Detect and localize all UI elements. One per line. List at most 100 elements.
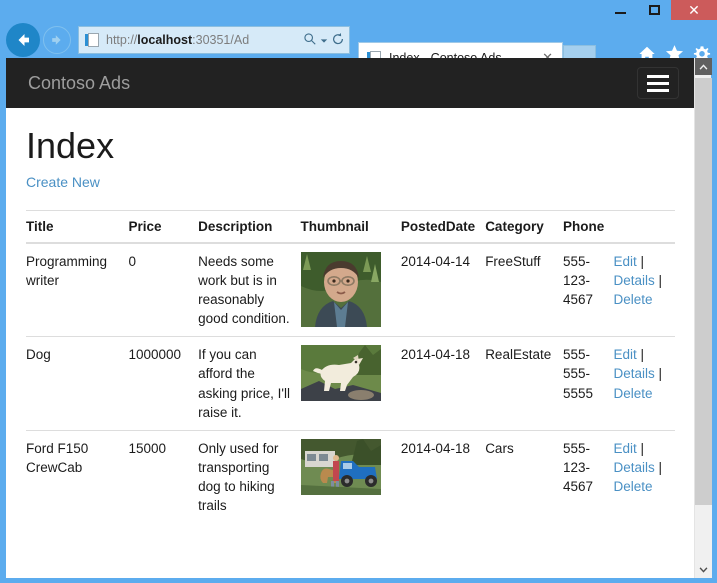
table-header-row: Title Price Description Thumbnail Posted… [26, 209, 675, 244]
hamburger-icon-bar [647, 74, 669, 78]
action-separator: | [658, 272, 663, 288]
address-bar[interactable]: http://localhost:30351/Ad [78, 26, 350, 54]
scrollbar-track[interactable] [695, 505, 712, 561]
column-header-posteddate: PostedDate [400, 209, 486, 244]
minimize-button[interactable] [603, 0, 637, 20]
action-separator: | [640, 440, 645, 456]
cell-posteddate: 2014-04-18 [400, 429, 486, 524]
edit-link[interactable]: Edit [613, 254, 636, 269]
back-arrow-icon [18, 34, 29, 46]
edit-link[interactable]: Edit [613, 441, 636, 456]
cell-phone: 555-123-4567 [563, 242, 614, 337]
search-icon[interactable] [303, 32, 317, 48]
delete-link[interactable]: Delete [613, 292, 652, 307]
white-dog-on-rock-thumbnail [300, 345, 381, 402]
action-separator: | [640, 347, 645, 363]
cell-phone: 555-123-4567 [563, 429, 614, 524]
column-header-description: Description [198, 209, 301, 244]
cell-price: 1000000 [128, 336, 199, 431]
column-header-title: Title [26, 209, 129, 244]
edit-link[interactable]: Edit [613, 347, 636, 362]
menu-toggle-button[interactable] [637, 67, 679, 99]
cell-category: RealEstate [485, 336, 564, 431]
forward-button[interactable] [43, 26, 71, 54]
maximize-icon [648, 5, 660, 15]
cell-category: FreeStuff [485, 242, 564, 337]
table-header: Title Price Description Thumbnail Posted… [26, 209, 675, 244]
address-bar-icons [303, 32, 345, 48]
cell-thumbnail [300, 429, 401, 524]
cell-category: Cars [485, 429, 564, 524]
cell-actions: Edit | Details | Delete [613, 242, 675, 337]
window-frame-left [0, 58, 6, 583]
create-new-link[interactable]: Create New [26, 174, 100, 190]
hamburger-icon-bar [647, 88, 669, 92]
delete-link[interactable]: Delete [613, 479, 652, 494]
column-header-thumbnail: Thumbnail [300, 209, 401, 244]
blue-pickup-truck-thumbnail [300, 438, 381, 495]
scrollbar-thumb[interactable] [695, 78, 712, 505]
ads-table: Title Price Description Thumbnail Posted… [26, 209, 675, 524]
table-body: Programming writer 0 Needs some work but… [26, 242, 675, 524]
column-header-actions [613, 209, 675, 244]
scroll-down-button[interactable] [695, 561, 712, 578]
action-separator: | [658, 366, 663, 382]
scroll-up-button[interactable] [695, 58, 712, 75]
maximize-button[interactable] [637, 0, 671, 20]
table-row: Dog 1000000 If you can afford the asking… [26, 336, 675, 431]
chevron-down-icon[interactable] [320, 34, 328, 47]
address-text[interactable]: http://localhost:30351/Ad [106, 33, 303, 47]
details-link[interactable]: Details [613, 273, 654, 288]
back-button[interactable] [6, 23, 40, 57]
window-controls: ✕ [603, 0, 717, 20]
close-window-button[interactable]: ✕ [671, 0, 717, 20]
refresh-icon[interactable] [331, 32, 345, 48]
table-row: Programming writer 0 Needs some work but… [26, 242, 675, 337]
cell-description: Needs some work but is in reasonably goo… [198, 242, 301, 337]
cell-posteddate: 2014-04-18 [400, 336, 486, 431]
window-frame-bottom [0, 578, 717, 583]
action-separator: | [658, 460, 663, 475]
cell-title: Programming writer [26, 242, 129, 337]
chevron-down-icon [699, 566, 708, 573]
url-scheme: http:// [106, 33, 138, 47]
delete-link[interactable]: Delete [613, 386, 652, 401]
site-brand[interactable]: Contoso Ads [28, 73, 130, 94]
page-scrollbar[interactable] [694, 58, 712, 578]
close-icon: ✕ [688, 2, 700, 18]
browser-navigation-bar: http://localhost:30351/Ad [0, 20, 717, 73]
page-content: Index Create New Title Price Description [6, 125, 694, 524]
cell-title: Ford F150 CrewCab [26, 429, 129, 524]
details-link[interactable]: Details [613, 366, 654, 381]
title-bar: ✕ [0, 0, 717, 20]
cell-actions: Edit | Details | Delete [613, 336, 675, 431]
column-header-phone: Phone [563, 209, 614, 244]
cell-title: Dog [26, 336, 129, 431]
details-link[interactable]: Details [613, 460, 654, 475]
hamburger-icon-bar [647, 81, 669, 85]
url-host: localhost [137, 33, 193, 47]
url-path: :30351/Ad [192, 33, 250, 47]
table-row: Ford F150 CrewCab 15000 Only used for tr… [26, 429, 675, 524]
page-favicon-icon [85, 32, 101, 48]
cell-price: 15000 [128, 429, 199, 524]
web-page: Contoso Ads Index Create New Title Price… [6, 58, 694, 578]
page-title: Index [26, 125, 115, 166]
column-header-price: Price [128, 209, 199, 244]
cell-thumbnail [300, 242, 401, 337]
action-separator: | [640, 253, 645, 269]
portrait-man-with-glasses-thumbnail [300, 251, 381, 327]
cell-description: If you can afford the asking price, I'll… [198, 336, 301, 431]
page-viewport: Contoso Ads Index Create New Title Price… [6, 58, 711, 578]
site-navbar: Contoso Ads [6, 58, 694, 108]
cell-price: 0 [128, 242, 199, 337]
cell-description: Only used for transporting dog to hiking… [198, 429, 301, 524]
cell-posteddate: 2014-04-14 [400, 242, 486, 337]
cell-thumbnail [300, 336, 401, 431]
column-header-category: Category [485, 209, 564, 244]
chevron-up-icon [699, 63, 708, 70]
cell-phone: 555-555-5555 [563, 336, 614, 431]
browser-window: ✕ http://localhost:30351/Ad Contoso Ads … [0, 0, 717, 583]
cell-actions: Edit | Details | Delete [613, 429, 675, 524]
forward-arrow-icon [52, 35, 61, 45]
